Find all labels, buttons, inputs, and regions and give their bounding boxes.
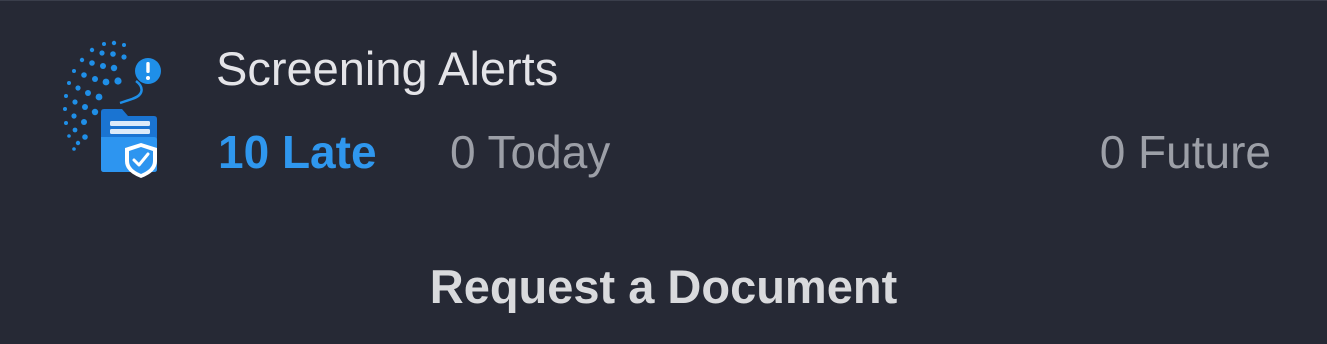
late-count-link[interactable]: 10 Late: [218, 123, 377, 181]
screening-alert-folder-shield-icon: [40, 37, 164, 179]
screening-alerts-card: Screening Alerts 10 Late 0 Today 0 Futur…: [0, 0, 1327, 344]
request-document-button[interactable]: Request a Document: [0, 257, 1327, 317]
widget-title: Screening Alerts: [216, 42, 559, 95]
today-count-link[interactable]: 0 Today: [450, 123, 610, 181]
future-count-link[interactable]: 0 Future: [1100, 123, 1271, 181]
